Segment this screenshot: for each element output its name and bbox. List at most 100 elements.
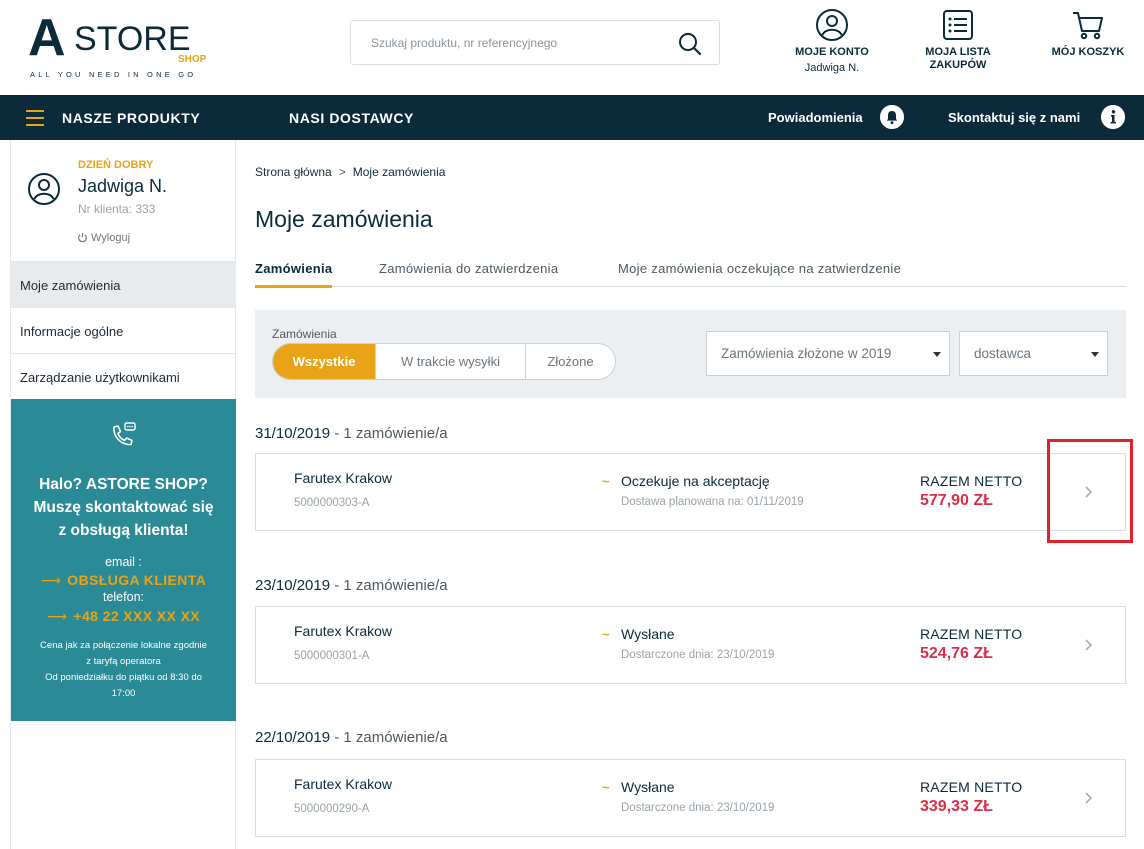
order-supplier: Farutex Krakow — [294, 623, 393, 639]
tab-my-orders-pending-approval[interactable]: Moje zamówienia oczekujące na zatwierdze… — [618, 261, 901, 276]
bell-icon[interactable] — [880, 105, 904, 129]
filter-in-shipping-button[interactable]: W trakcie wysyłki — [376, 344, 526, 379]
order-card[interactable]: Farutex Krakow 5000000290-A ~ Wysłane Do… — [255, 759, 1126, 837]
order-status-date: Dostawa planowana na: 01/11/2019 — [621, 496, 804, 508]
shopping-list-label-1: MOJA LISTA — [925, 46, 991, 58]
order-group-header: 23/10/2019 - 1 zamówienie/a — [255, 577, 448, 594]
shopping-list-label-2: ZAKUPÓW — [929, 59, 987, 71]
status-marker-icon: ~ — [602, 474, 610, 489]
cart-icon — [1073, 12, 1103, 40]
my-account-button[interactable]: MOJE KONTO Jadwiga N. — [790, 8, 874, 75]
hamburger-icon[interactable] — [26, 110, 44, 126]
sidebar-item-my-orders[interactable]: Moje zamówienia — [11, 261, 236, 307]
order-total-value: 339,33 ZŁ — [920, 798, 993, 815]
email-label: email : — [105, 555, 142, 569]
chevron-down-icon — [933, 352, 941, 357]
order-status-date: Dostarczone dnia: 23/10/2019 — [621, 649, 775, 661]
astore-logo[interactable]: A STORE SHOP ALL YOU NEED IN ONE GO — [28, 9, 218, 79]
order-group-count: 1 zamówienie/a — [343, 425, 448, 442]
breadcrumb-home[interactable]: Strona główna — [255, 165, 332, 179]
contact-note-line1: Cena jak za połączenie lokalne zgodnie — [40, 640, 207, 651]
search-box — [350, 20, 720, 65]
main-nav: NASZE PRODUKTY NASI DOSTAWCY Powiadomien… — [0, 95, 1144, 140]
order-card[interactable]: Farutex Krakow 5000000301-A ~ Wysłane Do… — [255, 606, 1126, 684]
contact-title-line1: Halo? ASTORE SHOP? — [39, 476, 208, 493]
contact-note-line3: Od poniedziałku do piątku od 8:30 do — [45, 672, 202, 683]
sidebar-item-user-management[interactable]: Zarządzanie użytkownikami — [11, 353, 236, 399]
supplier-select-value: dostawca — [974, 346, 1032, 361]
user-box: DZIEŃ DOBRY Jadwiga N. Nr klienta: 333 W… — [11, 140, 236, 261]
info-icon[interactable] — [1101, 105, 1125, 129]
status-marker-icon: ~ — [602, 627, 610, 642]
filters-bar: Zamówienia Wszystkie W trakcie wysyłki Z… — [255, 310, 1126, 398]
customer-service-box: Halo? ASTORE SHOP? Muszę skontaktować si… — [11, 399, 236, 721]
order-group-date: 22/10/2019 — [255, 729, 331, 746]
logout-label: Wyloguj — [91, 232, 131, 244]
my-account-label: MOJE KONTO — [795, 46, 869, 58]
order-status: Wysłane — [621, 779, 675, 795]
order-supplier: Farutex Krakow — [294, 776, 393, 792]
chevron-right-icon[interactable] — [1082, 635, 1096, 655]
year-select[interactable]: Zamówienia złożone w 2019 — [706, 331, 950, 376]
cart-label: MÓJ KOSZYK — [1051, 46, 1125, 58]
page-title: Moje zamówienia — [255, 206, 433, 232]
breadcrumb-current: Moje zamówienia — [352, 165, 446, 179]
nav-our-suppliers[interactable]: NASI DOSTAWCY — [289, 110, 414, 126]
order-group-date: 23/10/2019 — [255, 577, 331, 594]
contact-note-line4: 17:00 — [111, 688, 136, 699]
order-total-label: RAZEM NETTO — [920, 473, 1023, 489]
chevron-right-icon[interactable] — [1082, 788, 1096, 808]
phone-value: +48 22 XXX XX XX — [73, 608, 201, 624]
tab-orders[interactable]: Zamówienia — [255, 261, 333, 288]
order-card[interactable]: Farutex Krakow 5000000303-A ~ Oczekuje n… — [255, 453, 1126, 531]
list-icon — [943, 10, 973, 40]
supplier-select[interactable]: dostawca — [959, 331, 1108, 376]
order-group-count: 1 zamówienie/a — [343, 577, 448, 594]
account-sidebar: DZIEŃ DOBRY Jadwiga N. Nr klienta: 333 W… — [10, 140, 236, 849]
contact-title: Halo? ASTORE SHOP? Muszę skontaktować si… — [11, 473, 236, 542]
order-status: Oczekuje na akceptację — [621, 473, 770, 489]
order-group-separator: - — [330, 729, 344, 746]
user-name: Jadwiga N. — [78, 176, 168, 196]
shopping-list-button[interactable]: MOJA LISTA ZAKUPÓW — [918, 8, 998, 72]
contact-title-line2: Muszę skontaktować się — [33, 499, 214, 516]
avatar-icon — [28, 173, 60, 205]
logo-letter-a: A — [28, 9, 66, 67]
nav-our-products[interactable]: NASZE PRODUKTY — [62, 110, 200, 126]
phone-link[interactable]: ⟶ +48 22 XXX XX XX — [11, 608, 236, 625]
email-link[interactable]: ⟶ OBSŁUGA KLIENTA — [11, 572, 236, 589]
filter-label: Zamówienia — [272, 327, 337, 341]
breadcrumb-separator: > — [338, 165, 346, 179]
phone-chat-icon — [113, 422, 136, 446]
tab-orders-to-approve[interactable]: Zamówienia do zatwierdzenia — [379, 261, 558, 276]
sidebar-item-general-info[interactable]: Informacje ogólne — [11, 307, 236, 353]
status-filter-segments: Wszystkie W trakcie wysyłki Złożone — [272, 343, 616, 380]
order-total-value: 577,90 ZŁ — [920, 492, 993, 509]
order-supplier: Farutex Krakow — [294, 470, 393, 486]
arrow-right-icon: ⟶ — [46, 608, 68, 624]
contact-note: Cena jak za połączenie lokalne zgodnie z… — [21, 638, 226, 702]
contact-title-line3: z obsługą klienta! — [58, 522, 189, 539]
logout-link[interactable]: Wyloguj — [77, 232, 130, 244]
breadcrumb: Strona główna > Moje zamówienia — [255, 165, 445, 179]
filter-all-button[interactable]: Wszystkie — [273, 344, 376, 379]
cart-button[interactable]: MÓJ KOSZYK — [1048, 8, 1128, 59]
logo-tagline: ALL YOU NEED IN ONE GO — [30, 70, 197, 79]
search-icon[interactable] — [677, 31, 703, 57]
orders-tabs: Zamówienia Zamówienia do zatwierdzenia M… — [255, 258, 1126, 288]
search-input[interactable] — [371, 33, 671, 53]
my-account-user: Jadwiga N. — [804, 62, 860, 74]
chevron-down-icon — [1091, 352, 1099, 357]
highlight-box — [1047, 439, 1133, 543]
order-total-label: RAZEM NETTO — [920, 779, 1023, 795]
filter-placed-button[interactable]: Złożone — [526, 344, 615, 379]
client-number: Nr klienta: 333 — [78, 202, 156, 216]
arrow-right-icon: ⟶ — [40, 572, 62, 588]
order-total-label: RAZEM NETTO — [920, 626, 1023, 642]
order-total-value: 524,76 ZŁ — [920, 645, 993, 662]
logo-store-text: STORE — [74, 20, 191, 58]
order-group-date: 31/10/2019 — [255, 425, 331, 442]
nav-notifications[interactable]: Powiadomienia — [768, 110, 863, 125]
power-icon — [78, 232, 87, 243]
nav-contact-us[interactable]: Skontaktuj się z nami — [948, 110, 1080, 125]
